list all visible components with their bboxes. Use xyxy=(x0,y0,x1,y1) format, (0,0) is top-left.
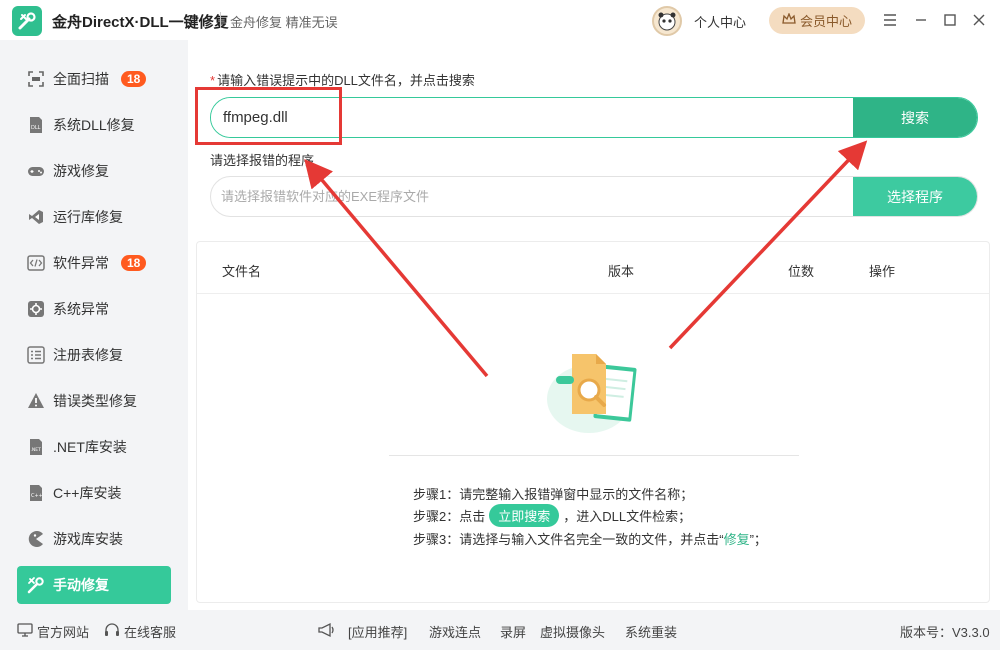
sidebar-item-dotnet-install[interactable]: .NET .NET库安装 xyxy=(17,428,171,466)
footer-link-screen-record[interactable]: 录屏 xyxy=(500,622,526,641)
sidebar-item-label: 注册表修复 xyxy=(53,347,123,363)
footer-bar: 官方网站 在线客服 [应用推荐] 游戏连点 录屏 虚拟摄像头 系统重装 版本号：… xyxy=(0,610,1000,650)
online-support-label: 在线客服 xyxy=(124,625,177,640)
warning-icon xyxy=(27,392,45,410)
column-header-version: 版本 xyxy=(608,264,635,279)
sidebar-item-error-type-repair[interactable]: 错误类型修复 xyxy=(17,382,171,420)
step-2-suffix: ，进入DLL文件检索； xyxy=(563,509,692,524)
repair-highlight: 修复 xyxy=(723,532,750,547)
app-recommend-label: [应用推荐] xyxy=(348,625,408,640)
list-icon xyxy=(27,346,45,364)
sidebar-item-label: 手动修复 xyxy=(53,577,109,593)
sidebar-item-registry-repair[interactable]: 注册表修复 xyxy=(17,336,171,374)
table-header: 文件名 版本 位数 操作 xyxy=(197,242,989,294)
official-website-label: 官方网站 xyxy=(37,625,90,640)
sidebar-item-label: .NET库安装 xyxy=(53,439,127,455)
step-2-prefix: 步骤2：点击 xyxy=(413,509,486,524)
scan-icon xyxy=(27,70,45,88)
dll-prompt-text: 请输入错误提示中的DLL文件名，并点击搜索 xyxy=(217,73,475,88)
official-website-link[interactable]: 官方网站 xyxy=(17,622,89,641)
search-now-pill: 立即搜索 xyxy=(489,504,560,527)
required-star: * xyxy=(210,73,216,88)
select-program-button[interactable]: 选择程序 xyxy=(853,177,977,216)
svg-text:DLL: DLL xyxy=(31,125,41,131)
results-table: 文件名 版本 位数 操作 步骤1：请完整输入报错弹窗中显示的文件名称； 步骤2：… xyxy=(196,241,990,603)
vip-center-label: 会员中心 xyxy=(799,14,852,29)
dotnet-icon: .NET xyxy=(27,438,45,456)
maximize-icon[interactable] xyxy=(940,10,960,30)
tools-icon xyxy=(27,576,45,594)
count-badge: 18 xyxy=(121,71,147,87)
online-support-link[interactable]: 在线客服 xyxy=(104,622,176,641)
visual-studio-icon xyxy=(27,208,45,226)
sidebar-item-label: 游戏修复 xyxy=(53,163,109,179)
minimize-icon[interactable] xyxy=(911,10,931,30)
code-icon xyxy=(27,254,45,272)
divider xyxy=(389,455,799,456)
sidebar-item-label: 错误类型修复 xyxy=(53,393,137,409)
gamepad-icon xyxy=(27,162,45,180)
main-panel: *请输入错误提示中的DLL文件名，并点击搜索 搜索 请选择报错的程序 选择程序 … xyxy=(188,40,1000,610)
app-subtitle: 金舟修复 精准无误 xyxy=(230,15,338,30)
sidebar-item-full-scan[interactable]: 全面扫描 18 xyxy=(17,60,171,98)
avatar[interactable] xyxy=(652,6,682,36)
sidebar-item-manual-repair[interactable]: 手动修复 xyxy=(17,566,171,604)
sidebar-item-game-repair[interactable]: 游戏修复 xyxy=(17,152,171,190)
step-1: 步骤1：请完整输入报错弹窗中显示的文件名称； xyxy=(413,484,693,503)
crown-icon xyxy=(782,12,796,28)
sidebar-item-label: 全面扫描 xyxy=(53,71,109,87)
pacman-icon xyxy=(27,530,45,548)
dll-icon: DLL xyxy=(27,116,45,134)
step-3-suffix: ”； xyxy=(749,532,767,547)
footer-link-virtual-camera[interactable]: 虚拟摄像头 xyxy=(540,622,605,641)
sidebar: 全面扫描 18 DLL 系统DLL修复 游戏修复 运行库修复 软件异常 18 系… xyxy=(0,40,188,610)
vip-center-button[interactable]: 会员中心 xyxy=(769,7,865,34)
sidebar-item-software-error[interactable]: 软件异常 18 xyxy=(17,244,171,282)
footer-link-auto-clicker[interactable]: 游戏连点 xyxy=(429,622,481,641)
monitor-icon xyxy=(17,623,33,640)
column-header-bits: 位数 xyxy=(788,264,815,279)
settings-menu-icon[interactable] xyxy=(880,10,900,30)
step-3-prefix: 步骤3：请选择与输入文件名完全一致的文件，并点击“ xyxy=(413,532,724,547)
sidebar-item-label: 系统异常 xyxy=(53,301,109,317)
sidebar-item-label: 软件异常 xyxy=(53,255,109,271)
sidebar-item-cpp-install[interactable]: C++ C++库安装 xyxy=(17,474,171,512)
close-icon[interactable] xyxy=(969,10,989,30)
step-2: 步骤2：点击 立即搜索 ，进入DLL文件检索； xyxy=(413,504,691,527)
annotation-highlight-box xyxy=(195,87,342,145)
program-select-box: 选择程序 xyxy=(210,176,978,217)
sidebar-item-label: 游戏库安装 xyxy=(53,531,123,547)
count-badge: 18 xyxy=(121,255,147,271)
app-title: 金舟DirectX·DLL一键修复 xyxy=(52,14,229,31)
column-header-action: 操作 xyxy=(869,264,896,279)
svg-text:.NET: .NET xyxy=(31,447,42,453)
sidebar-item-runtime-repair[interactable]: 运行库修复 xyxy=(17,198,171,236)
title-separator xyxy=(220,12,221,28)
title-bar: 金舟DirectX·DLL一键修复 金舟修复 精准无误 个人中心 会员中心 xyxy=(0,0,1000,40)
program-label: 请选择报错的程序 xyxy=(210,153,315,168)
program-path-input[interactable] xyxy=(211,177,853,216)
gear-icon xyxy=(27,300,45,318)
sidebar-item-system-error[interactable]: 系统异常 xyxy=(17,290,171,328)
step-3: 步骤3：请选择与输入文件名完全一致的文件，并点击“ 修复 ”； xyxy=(413,529,767,548)
sidebar-item-label: 运行库修复 xyxy=(53,209,123,225)
sidebar-item-label: C++库安装 xyxy=(53,485,122,501)
personal-center-link[interactable]: 个人中心 xyxy=(694,12,746,31)
cpp-icon: C++ xyxy=(27,484,45,502)
headset-icon xyxy=(104,623,120,640)
column-header-filename: 文件名 xyxy=(222,264,262,279)
app-logo-icon xyxy=(12,6,42,36)
footer-link-system-reinstall[interactable]: 系统重装 xyxy=(625,622,677,641)
step-1-text: 步骤1：请完整输入报错弹窗中显示的文件名称； xyxy=(413,487,694,502)
search-button[interactable]: 搜索 xyxy=(853,98,977,137)
version-label: 版本号：V3.3.0 xyxy=(900,625,990,640)
svg-text:C++: C++ xyxy=(31,493,43,499)
sidebar-item-label: 系统DLL修复 xyxy=(53,117,135,133)
megaphone-icon xyxy=(317,622,337,638)
sidebar-item-game-library-install[interactable]: 游戏库安装 xyxy=(17,520,171,558)
empty-search-illustration xyxy=(547,354,637,433)
sidebar-item-system-dll[interactable]: DLL 系统DLL修复 xyxy=(17,106,171,144)
